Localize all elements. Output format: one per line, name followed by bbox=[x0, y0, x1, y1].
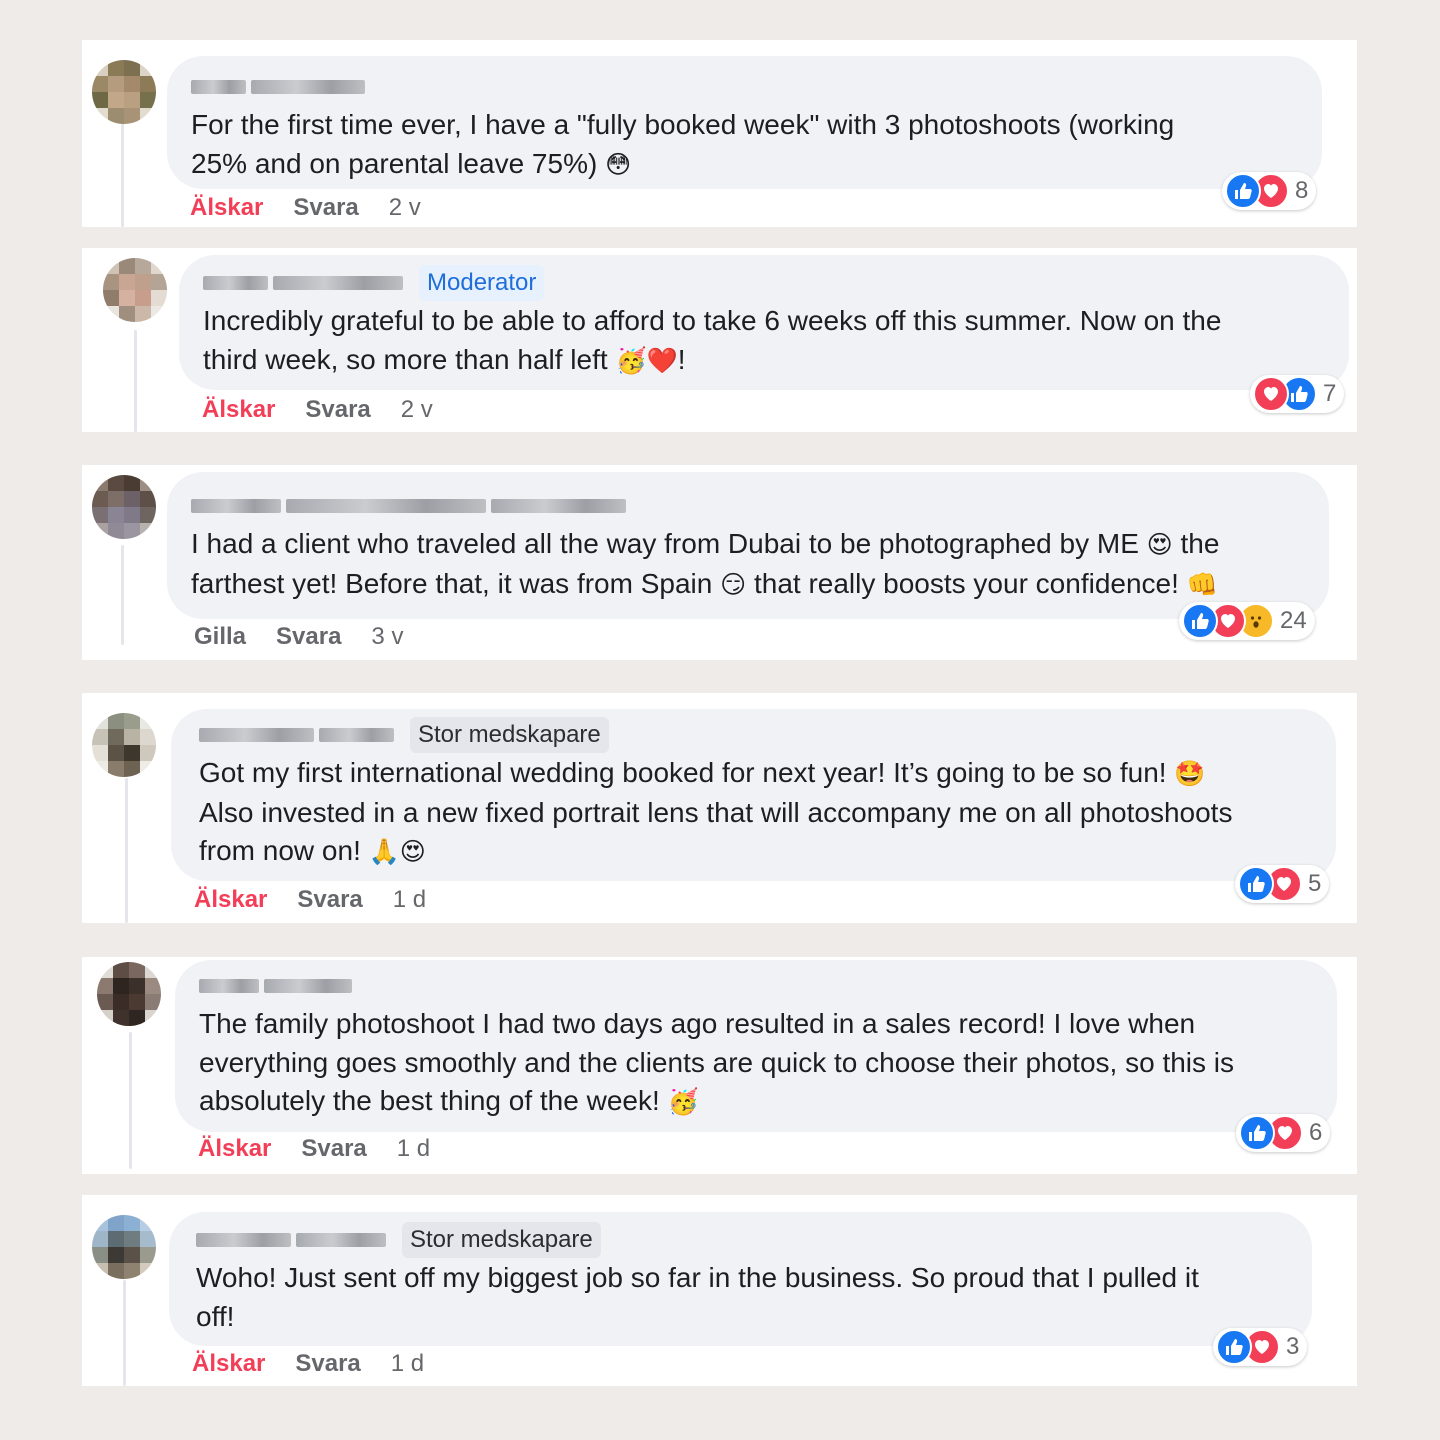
top-contributor-badge: Stor medskapare bbox=[410, 717, 609, 753]
smirk-emoji: 😏 bbox=[720, 569, 747, 599]
timestamp[interactable]: 2 v bbox=[389, 194, 421, 222]
love-reaction-link[interactable]: Älskar bbox=[190, 194, 263, 222]
thread-line bbox=[125, 778, 128, 923]
heart-eyes-emoji: 😍 bbox=[399, 837, 426, 866]
reply-link[interactable]: Svara bbox=[297, 886, 362, 914]
reaction-count: 8 bbox=[1295, 177, 1309, 204]
blurred-author-name bbox=[196, 1233, 386, 1247]
reply-link[interactable]: Svara bbox=[295, 1350, 360, 1378]
reaction-count: 3 bbox=[1286, 1333, 1300, 1360]
love-reaction-link[interactable]: Älskar bbox=[202, 396, 275, 424]
reaction-summary[interactable]: 5 bbox=[1235, 865, 1330, 903]
author-name[interactable]: Stor medskapare bbox=[199, 717, 1308, 753]
comment-actions: Gilla Svara 3 v bbox=[194, 623, 433, 651]
reaction-count: 24 bbox=[1280, 607, 1307, 634]
star-struck-emoji: 🤩 bbox=[1174, 759, 1206, 788]
comment-actions: Älskar Svara 1 d bbox=[198, 1135, 460, 1163]
reaction-summary[interactable]: 3 bbox=[1213, 1328, 1308, 1366]
blurred-author-name bbox=[199, 728, 394, 742]
moderator-badge: Moderator bbox=[419, 265, 545, 301]
flushed-emoji: 😳 bbox=[605, 149, 632, 179]
comment-card: The family photoshoot I had two days ago… bbox=[82, 957, 1357, 1174]
thread-line bbox=[134, 330, 137, 432]
party-face-emoji: 🥳 bbox=[615, 345, 647, 375]
comment-text: The family photoshoot I had two days ago… bbox=[199, 1008, 1235, 1116]
reaction-count: 5 bbox=[1308, 870, 1322, 897]
comment-text: For the first time ever, I have a "fully… bbox=[191, 109, 1175, 179]
comment-text: I had a client who traveled all the way … bbox=[191, 528, 1220, 599]
like-icon bbox=[1238, 866, 1274, 902]
like-link[interactable]: Gilla bbox=[194, 623, 246, 651]
comment-bubble[interactable]: Stor medskapare Woho! Just sent off my b… bbox=[169, 1212, 1312, 1346]
like-icon bbox=[1216, 1329, 1252, 1365]
timestamp[interactable]: 1 d bbox=[393, 886, 426, 914]
comment-actions: Älskar Svara 2 v bbox=[202, 396, 463, 424]
thread-line bbox=[123, 1280, 126, 1386]
heart-icon bbox=[1253, 376, 1289, 412]
comment-bubble[interactable]: Stor medskapare Got my first internation… bbox=[171, 709, 1336, 881]
reply-link[interactable]: Svara bbox=[276, 623, 341, 651]
comment-bubble[interactable]: Moderator Incredibly grateful to be able… bbox=[179, 255, 1349, 390]
timestamp[interactable]: 1 d bbox=[397, 1135, 430, 1163]
reaction-summary[interactable]: 8 bbox=[1222, 172, 1317, 210]
timestamp[interactable]: 1 d bbox=[391, 1350, 424, 1378]
comment-actions: Älskar Svara 2 v bbox=[190, 194, 451, 222]
avatar[interactable] bbox=[92, 475, 156, 539]
thread-line bbox=[121, 545, 124, 645]
love-reaction-link[interactable]: Älskar bbox=[192, 1350, 265, 1378]
comment-bubble[interactable]: The family photoshoot I had two days ago… bbox=[175, 960, 1337, 1132]
heart-eyes-emoji: 😍 bbox=[1146, 530, 1173, 559]
blurred-author-name bbox=[199, 979, 352, 993]
avatar[interactable] bbox=[92, 713, 156, 777]
love-reaction-link[interactable]: Älskar bbox=[194, 886, 267, 914]
love-reaction-link[interactable]: Älskar bbox=[198, 1135, 271, 1163]
fist-emoji: 👊 bbox=[1186, 569, 1218, 599]
blurred-author-name bbox=[191, 80, 365, 94]
like-icon bbox=[1182, 603, 1218, 639]
reaction-count: 6 bbox=[1309, 1119, 1323, 1146]
author-name[interactable]: Moderator bbox=[203, 265, 1325, 301]
reaction-count: 7 bbox=[1323, 380, 1337, 407]
avatar[interactable] bbox=[92, 1215, 156, 1279]
comment-text: Got my first international wedding booke… bbox=[199, 757, 1233, 866]
comment-card: I had a client who traveled all the way … bbox=[82, 465, 1357, 660]
reply-link[interactable]: Svara bbox=[293, 194, 358, 222]
reply-link[interactable]: Svara bbox=[305, 396, 370, 424]
top-contributor-badge: Stor medskapare bbox=[402, 1222, 601, 1258]
comment-bubble[interactable]: I had a client who traveled all the way … bbox=[167, 472, 1329, 619]
author-name[interactable] bbox=[191, 70, 1298, 104]
comment-card: Stor medskapare Got my first internation… bbox=[82, 693, 1357, 923]
avatar[interactable] bbox=[103, 258, 167, 322]
red-heart-emoji: ❤️ bbox=[646, 345, 678, 375]
comment-text: Incredibly grateful to be able to afford… bbox=[203, 305, 1222, 375]
timestamp[interactable]: 3 v bbox=[371, 623, 403, 651]
comment-card: Stor medskapare Woho! Just sent off my b… bbox=[82, 1195, 1357, 1386]
thread-line bbox=[129, 1032, 132, 1169]
comment-card: Moderator Incredibly grateful to be able… bbox=[82, 248, 1357, 432]
reply-link[interactable]: Svara bbox=[301, 1135, 366, 1163]
author-name[interactable] bbox=[199, 969, 1313, 1003]
like-icon bbox=[1239, 1115, 1275, 1151]
comment-text: Woho! Just sent off my biggest job so fa… bbox=[196, 1262, 1199, 1332]
author-name[interactable] bbox=[191, 489, 1305, 523]
like-icon bbox=[1225, 173, 1261, 209]
reaction-summary[interactable]: 6 bbox=[1236, 1114, 1331, 1152]
party-face-emoji: 🥳 bbox=[667, 1087, 699, 1116]
reaction-summary[interactable]: 24 bbox=[1179, 602, 1315, 640]
comment-card: For the first time ever, I have a "fully… bbox=[82, 40, 1357, 227]
folded-hands-emoji: 🙏 bbox=[368, 837, 400, 866]
blurred-author-name bbox=[203, 276, 403, 290]
avatar[interactable] bbox=[92, 60, 156, 124]
avatar[interactable] bbox=[97, 962, 161, 1026]
author-name[interactable]: Stor medskapare bbox=[196, 1222, 1285, 1258]
comment-actions: Älskar Svara 1 d bbox=[194, 886, 456, 914]
blurred-author-name bbox=[191, 499, 626, 513]
timestamp[interactable]: 2 v bbox=[401, 396, 433, 424]
comment-actions: Älskar Svara 1 d bbox=[192, 1350, 454, 1378]
reaction-summary[interactable]: 7 bbox=[1250, 375, 1345, 413]
comment-bubble[interactable]: For the first time ever, I have a "fully… bbox=[167, 56, 1322, 189]
thread-line bbox=[121, 120, 124, 227]
